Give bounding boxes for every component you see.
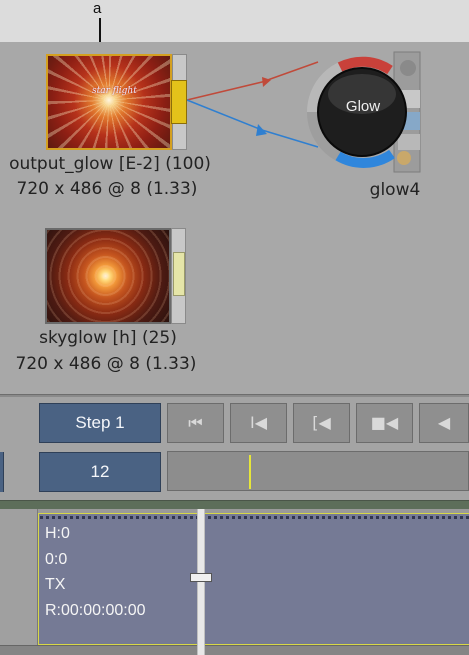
skyglow-node-name: skyglow [h] (25) (39, 328, 177, 348)
timeline-positioner[interactable] (197, 509, 205, 655)
output-node-thumbnail[interactable]: star flight (46, 54, 172, 150)
thumbnail-logo: star flight (92, 86, 137, 96)
callout-letter: a (93, 0, 102, 17)
clip-line-3: TX (45, 576, 66, 593)
clip-dotted-top (40, 516, 469, 519)
previous-edit-icon[interactable]: [◀ (293, 403, 350, 443)
output-node-port[interactable] (171, 80, 187, 124)
track-header[interactable] (0, 509, 38, 655)
left-field-stub[interactable] (0, 452, 4, 492)
timeline-panel: H:0 0:0 TX R:00:00:00:00 (0, 509, 469, 655)
frame-field[interactable]: 12 (39, 452, 161, 492)
output-node-name: output_glow [E-2] (100) (9, 154, 211, 174)
timeline-header-bar (0, 500, 469, 509)
positioner-handle[interactable] (190, 573, 212, 582)
skyglow-node-resolution: 720 x 486 @ 8 (1.33) (15, 354, 197, 374)
scrub-cursor[interactable] (249, 455, 251, 489)
skyglow-node-port[interactable] (173, 252, 185, 296)
schematic-view[interactable]: star flight output_glow [E-2] (100) 720 … (0, 42, 469, 394)
go-to-start-icon[interactable]: ⏮ (167, 403, 224, 443)
clip-line-2: 0:0 (45, 551, 68, 568)
previous-keyframe-icon[interactable]: I◀ (230, 403, 287, 443)
callout-strip (0, 0, 469, 42)
clip-line-1: H:0 (45, 525, 70, 542)
scrub-bar[interactable] (167, 451, 469, 491)
glow-node[interactable]: Glow (300, 50, 424, 174)
clip-line-4: R:00:00:00:00 (45, 602, 146, 619)
play-reverse-icon[interactable]: ◀ (419, 403, 469, 443)
output-node-resolution: 720 x 486 @ 8 (1.33) (16, 179, 198, 199)
timeline-bottom-bar (0, 645, 469, 655)
step-back-icon[interactable]: ■◀ (356, 403, 413, 443)
transport-panel: Step 1 ⏮ I◀ [◀ ■◀ ◀ 12 (0, 397, 469, 500)
glow-node-name: glow4 (369, 180, 421, 200)
skyglow-node-thumbnail[interactable] (45, 228, 171, 324)
step-button[interactable]: Step 1 (39, 403, 161, 443)
glow-node-button-label: Glow (345, 98, 381, 115)
timeline-clip[interactable] (38, 513, 469, 645)
